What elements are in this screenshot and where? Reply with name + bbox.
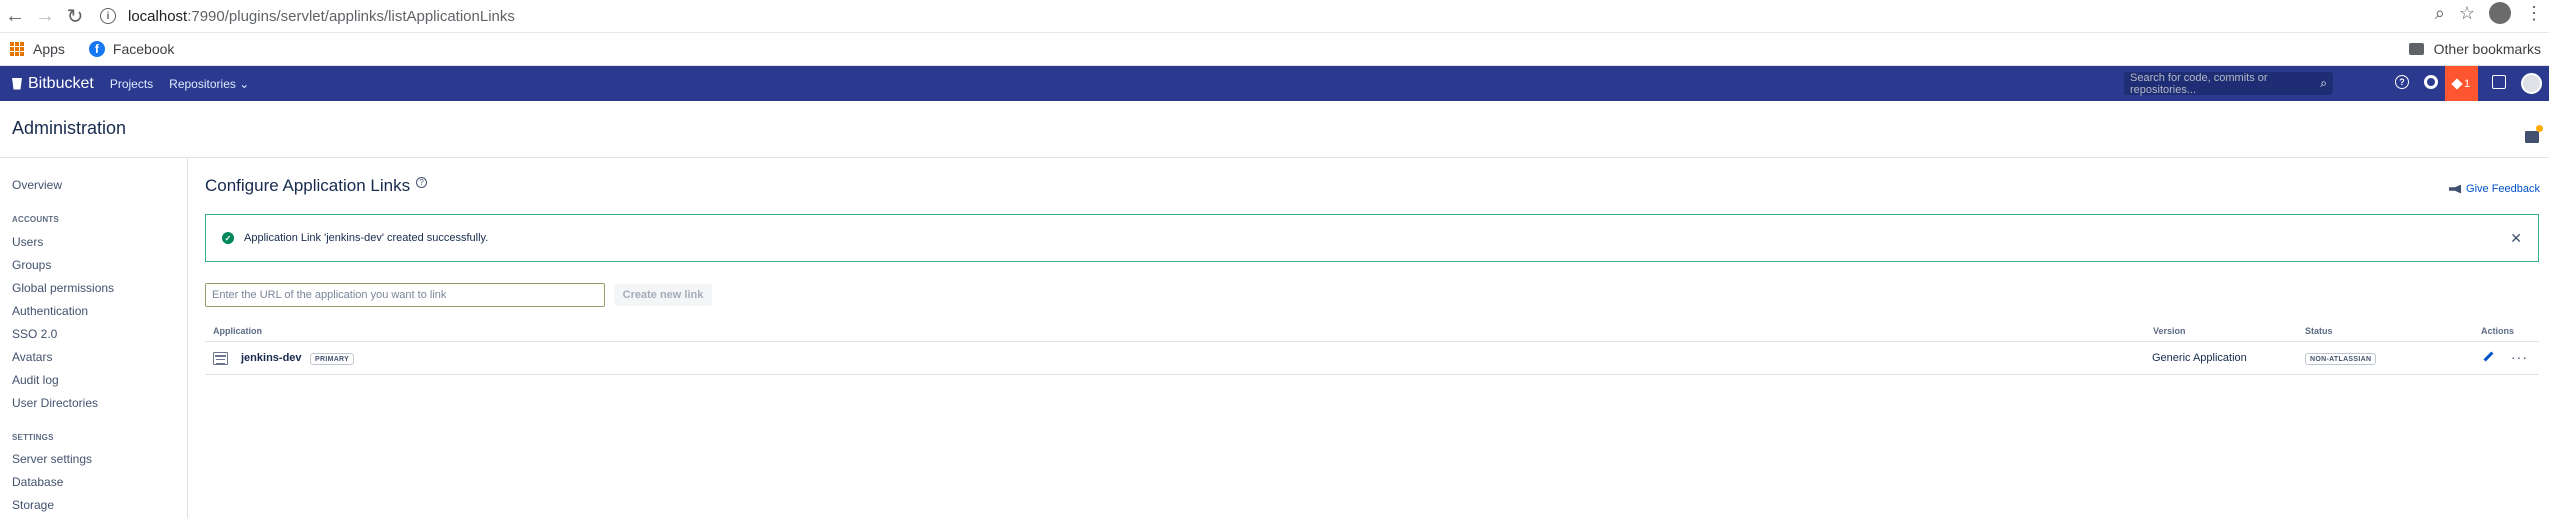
column-header-status: Status (2305, 326, 2333, 336)
status-badge: NON-ATLASSIAN (2305, 353, 2377, 365)
page-header: Administration (0, 101, 2549, 158)
bitbucket-logo-icon (12, 77, 22, 90)
page-title: Administration (12, 118, 127, 138)
section-title-text: Configure Application Links (205, 176, 411, 195)
sidebar-item-authentication[interactable]: Authentication (12, 304, 88, 318)
help-icon[interactable]: ? (416, 176, 428, 188)
admin-sidebar: Overview ACCOUNTS Users Groups Global pe… (0, 158, 188, 518)
application-icon (213, 352, 228, 365)
sidebar-item-storage[interactable]: Storage (12, 498, 54, 512)
create-new-link-button[interactable]: Create new link (614, 284, 712, 306)
url-host: localhost (128, 7, 188, 25)
success-check-icon: ✓ (222, 232, 234, 244)
megaphone-icon (2449, 184, 2462, 194)
sidebar-item-avatars[interactable]: Avatars (12, 350, 52, 364)
sidebar-heading-settings: SETTINGS (12, 433, 54, 442)
browser-profile-avatar[interactable] (2489, 2, 2511, 24)
bookmark-apps-label: Apps (33, 41, 65, 57)
star-icon[interactable]: ☆ (2459, 3, 2475, 24)
bitbucket-logo[interactable]: Bitbucket (12, 75, 94, 93)
zoom-icon[interactable]: ⌕ (2435, 3, 2445, 24)
edit-pencil-icon[interactable] (2484, 352, 2494, 362)
other-bookmarks-label: Other bookmarks (2433, 41, 2541, 57)
column-header-actions: Actions (2481, 326, 2515, 336)
other-bookmarks[interactable]: Other bookmarks (2408, 41, 2541, 57)
application-url-input[interactable]: Enter the URL of the application you wan… (205, 283, 605, 307)
success-message-text: Application Link 'jenkins-dev' created s… (244, 232, 489, 244)
sidebar-item-global-permissions[interactable]: Global permissions (12, 281, 114, 295)
reload-icon[interactable]: ↻ (60, 1, 90, 31)
table-row-divider (205, 374, 2539, 375)
url-field[interactable]: i localhost:7990/plugins/servlet/applink… (100, 8, 515, 25)
notification-count: 1 (2463, 77, 2471, 90)
more-actions-icon[interactable]: ··· (2511, 349, 2528, 365)
table-header-divider (205, 341, 2539, 342)
give-feedback-link[interactable]: Give Feedback (2449, 183, 2540, 195)
sidebar-item-database[interactable]: Database (12, 475, 63, 489)
user-avatar[interactable] (2521, 73, 2542, 94)
column-header-version: Version (2153, 326, 2186, 336)
sidebar-item-users[interactable]: Users (12, 235, 43, 249)
application-version: Generic Application (2152, 352, 2247, 364)
site-info-icon[interactable]: i (100, 8, 116, 24)
search-icon: ⌕ (2320, 76, 2327, 90)
notifications-button[interactable]: 1 (2445, 66, 2478, 101)
feedback-megaphone-icon[interactable] (2525, 125, 2543, 143)
back-icon[interactable]: ← (0, 1, 30, 31)
bookmark-apps[interactable]: Apps (10, 41, 65, 57)
notification-icon (2451, 77, 2463, 90)
success-message: ✓ Application Link 'jenkins-dev' created… (205, 214, 2539, 262)
bookmarks-bar: Apps f Facebook Other bookmarks (0, 33, 2549, 66)
help-icon[interactable]: ? (2395, 75, 2409, 89)
sidebar-heading-accounts: ACCOUNTS (12, 215, 59, 224)
inbox-icon[interactable] (2492, 75, 2506, 89)
bookmark-facebook[interactable]: f Facebook (75, 41, 174, 57)
section-title: Configure Application Links ? (205, 176, 428, 196)
sidebar-item-audit-log[interactable]: Audit log (12, 373, 59, 387)
search-placeholder: Search for code, commits or repositories… (2130, 71, 2268, 96)
column-header-application: Application (213, 326, 262, 336)
sidebar-item-groups[interactable]: Groups (12, 258, 51, 272)
global-search[interactable]: Search for code, commits or repositories… (2124, 71, 2333, 96)
sidebar-item-sso[interactable]: SSO 2.0 (12, 327, 57, 341)
forward-icon[interactable]: → (30, 1, 60, 31)
app-header: Bitbucket Projects Repositories ⌄ Search… (0, 66, 2549, 101)
apps-grid-icon (10, 42, 24, 56)
bookmark-facebook-label: Facebook (112, 41, 175, 57)
nav-repositories[interactable]: Repositories ⌄ (169, 77, 249, 91)
primary-badge: PRIMARY (310, 353, 355, 365)
folder-icon (2408, 43, 2424, 55)
brand-name: Bitbucket (28, 74, 94, 92)
browser-menu-icon[interactable]: ⋮ (2525, 3, 2543, 24)
facebook-icon: f (88, 41, 105, 57)
sidebar-item-server-settings[interactable]: Server settings (12, 452, 92, 466)
url-path: :7990/plugins/servlet/applinks/listAppli… (187, 7, 515, 25)
application-name[interactable]: jenkins-dev (241, 352, 302, 364)
sidebar-item-overview[interactable]: Overview (12, 178, 62, 192)
sidebar-item-user-directories[interactable]: User Directories (12, 396, 98, 410)
application-url-placeholder: Enter the URL of the application you wan… (212, 289, 447, 301)
settings-gear-icon[interactable] (2424, 75, 2438, 89)
close-icon[interactable]: ✕ (2510, 230, 2522, 247)
browser-address-bar: ← → ↻ i localhost:7990/plugins/servlet/a… (0, 0, 2549, 33)
give-feedback-label: Give Feedback (2466, 183, 2540, 195)
nav-projects[interactable]: Projects (110, 77, 153, 91)
